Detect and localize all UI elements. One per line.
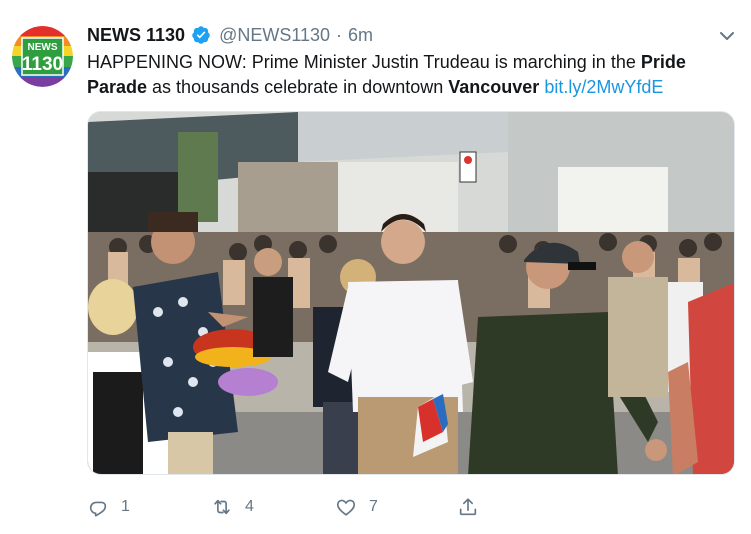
tweet-link[interactable]: bit.ly/2MwYfdE [544, 77, 663, 97]
timestamp[interactable]: 6m [348, 25, 373, 46]
heart-icon [336, 499, 356, 516]
separator: · [336, 24, 343, 45]
tweet-header: NEWS 1130 @NEWS1130 · 6m [87, 22, 373, 48]
hashtag-vancouver: Vancouver [448, 77, 540, 97]
chevron-down-icon[interactable] [717, 26, 737, 46]
tweet-card[interactable]: NEWS 1130 NEWS 1130 @NEWS1130 · 6m HAPPE… [0, 0, 751, 534]
share-button[interactable] [457, 496, 479, 518]
avatar[interactable]: NEWS 1130 [12, 26, 73, 87]
tweet-text-part1: HAPPENING NOW: Prime Minister Justin Tru… [87, 52, 641, 72]
avatar-text-bottom: 1130 [22, 54, 63, 75]
verified-badge-icon [191, 25, 211, 45]
reply-icon [89, 501, 107, 517]
share-icon [459, 498, 477, 516]
retweet-icon [214, 499, 230, 515]
display-name[interactable]: NEWS 1130 [87, 25, 185, 46]
handle[interactable]: @NEWS1130 [219, 25, 330, 46]
tweet-text: HAPPENING NOW: Prime Minister Justin Tru… [87, 50, 727, 100]
tweet-photo[interactable] [87, 111, 735, 475]
reply-count: 1 [121, 498, 130, 515]
retweet-button[interactable]: 4 [211, 496, 254, 518]
avatar-text-top: NEWS [28, 42, 58, 53]
tweet-text-part2: as thousands celebrate in downtown [147, 77, 449, 97]
reply-button[interactable]: 1 [87, 496, 130, 518]
retweet-count: 4 [245, 498, 254, 515]
like-button[interactable]: 7 [335, 496, 378, 518]
like-count: 7 [369, 498, 378, 515]
